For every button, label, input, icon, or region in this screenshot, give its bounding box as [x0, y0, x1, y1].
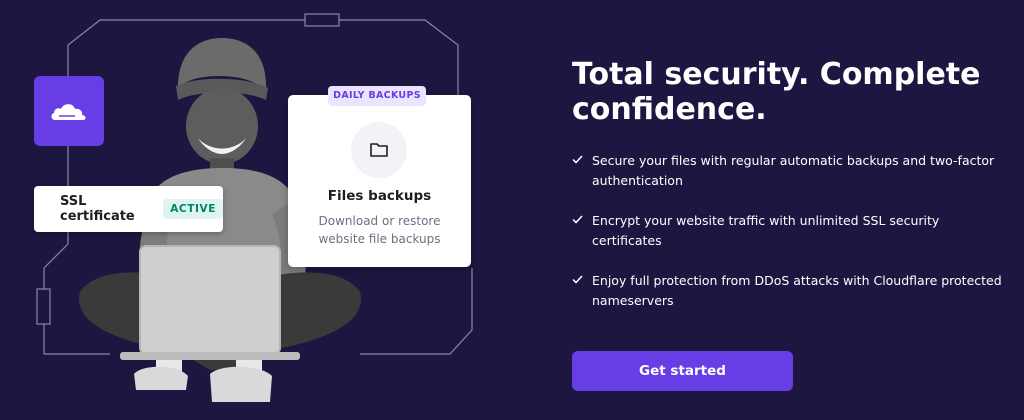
files-backups-title: Files backups — [327, 188, 432, 204]
feature-text: Enjoy full protection from DDoS attacks … — [592, 273, 1002, 308]
ssl-certificate-label: SSL certificate — [60, 194, 135, 224]
active-status-badge: ACTIVE — [163, 199, 223, 219]
files-backups-description: Download or restore website file backups — [318, 214, 441, 246]
cloudflare-cloud-icon — [51, 104, 86, 120]
folder-icon-circle — [351, 122, 407, 178]
feature-text: Encrypt your website traffic with unlimi… — [592, 213, 940, 248]
feature-text: Secure your files with regular automatic… — [592, 153, 995, 188]
headline: Total security. Complete confidence. — [572, 57, 981, 127]
ssl-certificate-card: SSL certificate ACTIVE — [34, 186, 223, 232]
hero-illustration: SSL certificate ACTIVE DAILY BACKUPS Fil… — [0, 0, 520, 420]
check-icon — [572, 275, 583, 284]
cloudflare-tile — [34, 76, 104, 146]
feature-item: Secure your files with regular automatic… — [572, 151, 1002, 211]
check-icon — [572, 215, 583, 224]
daily-backups-badge: DAILY BACKUPS — [328, 86, 426, 106]
feature-list: Secure your files with regular automatic… — [572, 151, 1002, 331]
feature-item: Encrypt your website traffic with unlimi… — [572, 211, 1002, 271]
check-icon — [572, 155, 583, 164]
folder-icon — [370, 143, 388, 157]
get-started-button[interactable]: Get started — [572, 351, 793, 391]
files-backups-card: DAILY BACKUPS Files backups Download or … — [288, 86, 471, 267]
feature-item: Enjoy full protection from DDoS attacks … — [572, 271, 1002, 331]
